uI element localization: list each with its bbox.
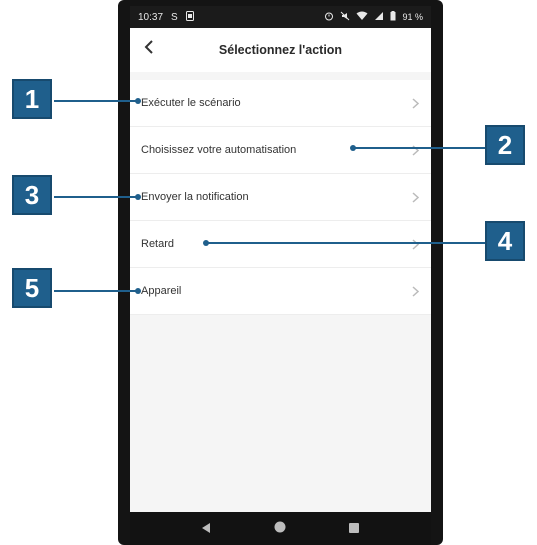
action-label: Appareil [141,285,182,297]
action-label: Envoyer la notification [141,191,249,203]
callout-dot-2 [350,145,356,151]
action-choose-automation[interactable]: Choisissez votre automatisation [130,127,431,174]
system-nav-bar [130,512,431,545]
callout-badge-4: 4 [485,221,525,261]
action-label: Choisissez votre automatisation [141,144,297,156]
back-button[interactable] [138,38,160,60]
nav-back-button[interactable] [192,514,222,544]
status-time: 10:37 [138,11,164,23]
callout-leader-5 [54,290,138,292]
callout-leader-4 [206,242,485,244]
action-device[interactable]: Appareil [130,268,431,315]
sim-icon [185,10,194,24]
action-run-scenario[interactable]: Exécuter le scénario [130,80,431,127]
phone-screen: 10:37 S 91 % Sélectionnez l'action Exécu… [130,6,431,512]
action-send-notification[interactable]: Envoyer la notification [130,174,431,221]
callout-leader-2 [353,147,485,149]
callout-dot-4 [203,240,209,246]
callout-leader-1 [54,100,138,102]
callout-badge-1: 1 [12,79,52,119]
home-circle-icon [274,520,286,538]
callout-badge-2: 2 [485,125,525,165]
chevron-left-icon [144,39,154,59]
nav-home-button[interactable] [265,514,295,544]
callout-leader-3 [54,196,138,198]
status-carrier: S [171,11,178,23]
callout-badge-5: 5 [12,268,52,308]
back-triangle-icon [202,520,211,538]
wifi-icon [356,11,368,23]
action-label: Exécuter le scénario [141,97,241,109]
chevron-right-icon [412,191,419,203]
action-delay[interactable]: Retard [130,221,431,268]
callout-dot-1 [135,98,141,104]
app-header: Sélectionnez l'action [130,28,431,72]
page-title: Sélectionnez l'action [218,43,343,57]
action-label: Retard [141,238,175,250]
alarm-icon [324,11,334,23]
battery-icon [390,11,396,23]
recents-square-icon [349,520,360,538]
callout-dot-5 [135,288,141,294]
battery-percent: 91 % [402,12,423,22]
callout-dot-3 [135,194,141,200]
signal-icon [374,11,384,23]
status-bar: 10:37 S 91 % [130,6,431,28]
mute-icon [340,11,350,23]
callout-badge-3: 3 [12,175,52,215]
action-list: Exécuter le scénario Choisissez votre au… [130,80,431,315]
nav-recents-button[interactable] [339,514,369,544]
chevron-right-icon [412,285,419,297]
chevron-right-icon [412,238,419,250]
chevron-right-icon [412,97,419,109]
